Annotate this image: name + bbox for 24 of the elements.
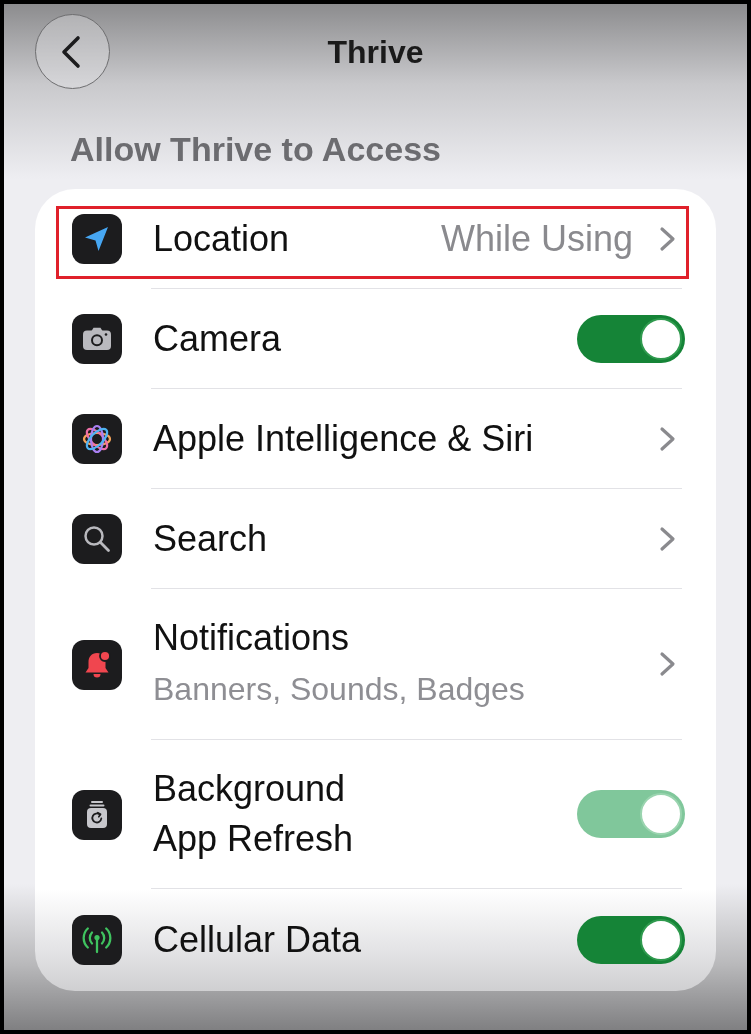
search-icon xyxy=(72,514,122,564)
toggle-switch[interactable] xyxy=(577,314,685,363)
screen-title: Thrive xyxy=(327,32,424,72)
chevron-left-icon xyxy=(60,34,81,69)
chevron-right-icon xyxy=(659,425,676,452)
setting-value: While Using xyxy=(440,216,633,261)
chevron-right-icon xyxy=(659,225,676,252)
setting-label: Camera xyxy=(153,316,282,361)
toggle-switch[interactable] xyxy=(577,916,685,964)
chevron-right-icon xyxy=(659,525,676,552)
setting-label: Apple Intelligence & Siri xyxy=(153,416,534,461)
bell-icon xyxy=(72,639,122,690)
setting-subtitle: Banners, Sounds, Badges xyxy=(153,670,525,709)
camera-icon xyxy=(72,314,122,364)
setting-label: Background App Refresh xyxy=(153,767,355,861)
antenna-icon xyxy=(72,915,122,965)
setting-label: Notifications xyxy=(153,616,350,660)
setting-label: Cellular Data xyxy=(153,918,362,962)
chevron-right-icon xyxy=(659,651,676,677)
setting-label: Search xyxy=(153,516,268,561)
swirl-ring-icon xyxy=(72,414,122,464)
setting-label: Location xyxy=(153,216,290,261)
refresh-icon xyxy=(72,789,122,840)
section-heading: Allow Thrive to Access xyxy=(70,129,441,170)
